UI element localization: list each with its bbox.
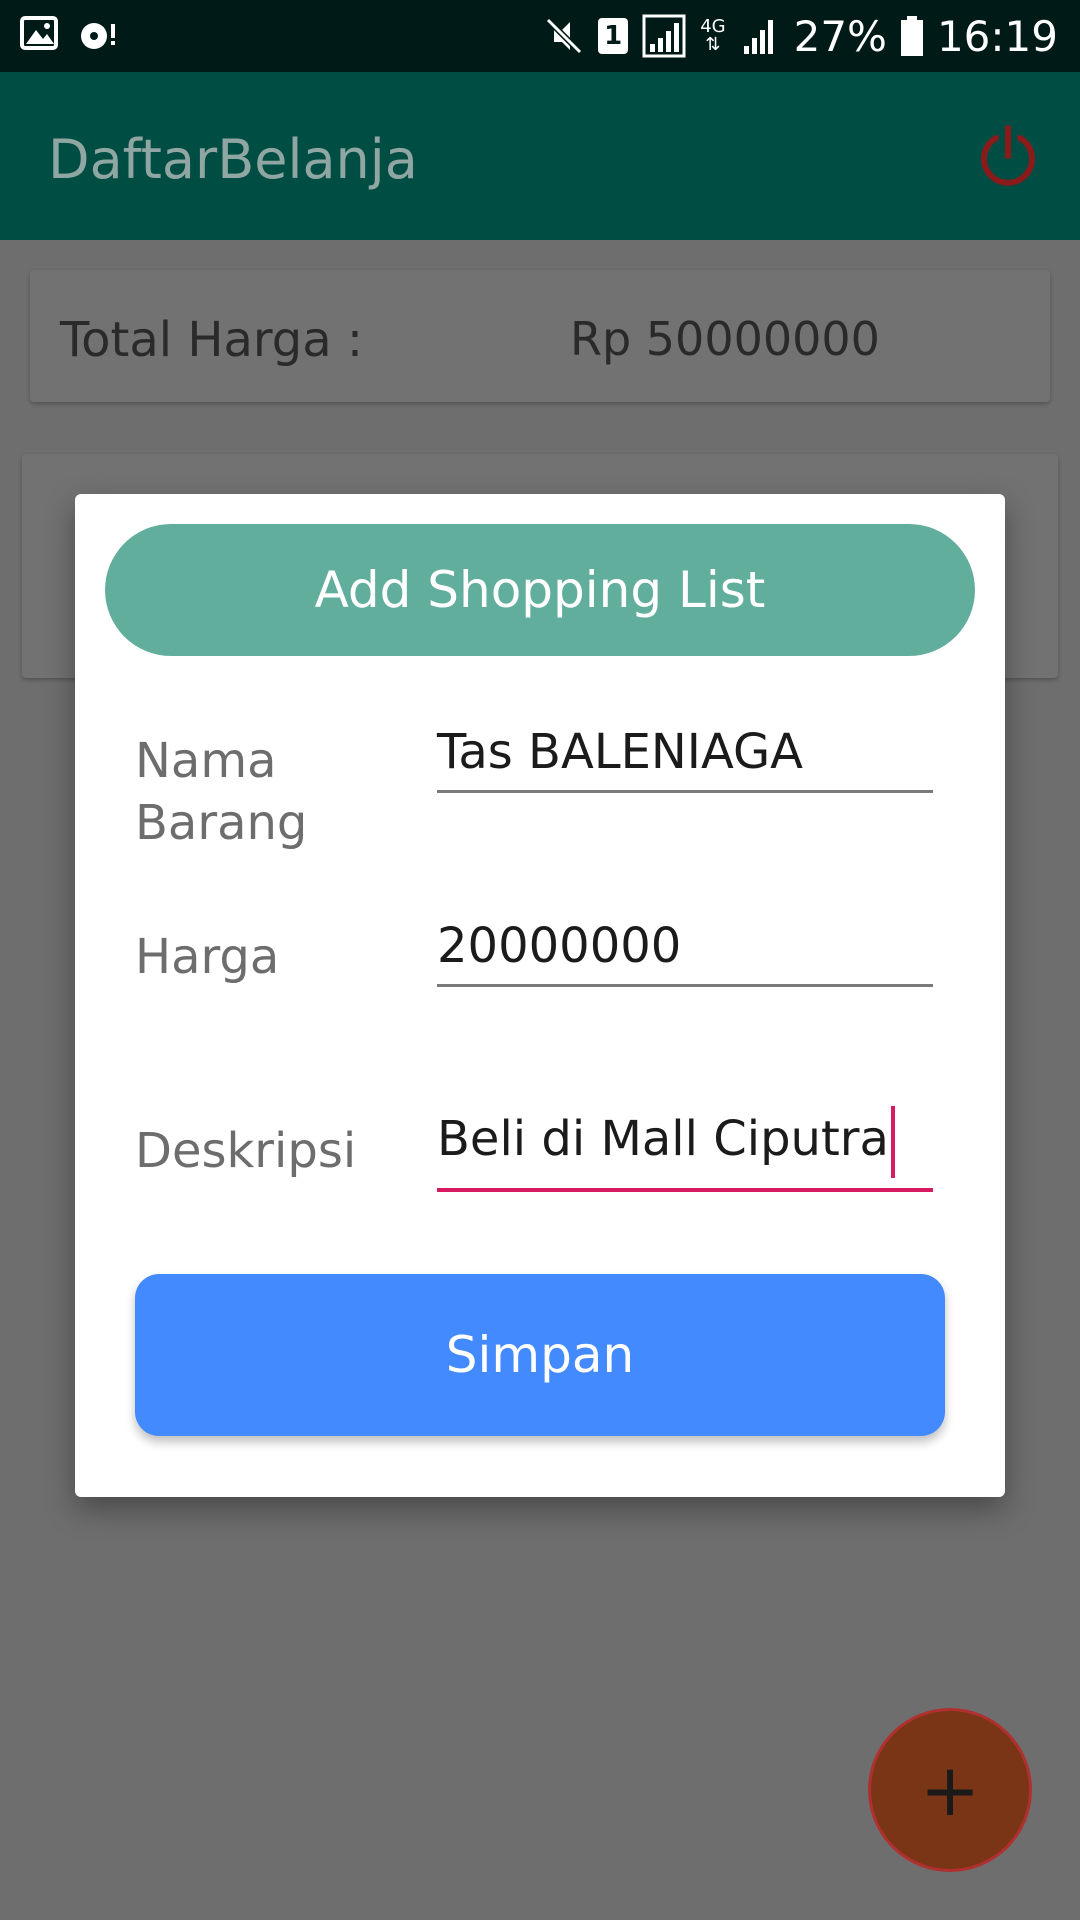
name-label-line1: Nama: [135, 733, 277, 789]
add-shopping-dialog: Add Shopping List Nama Barang Tas BALENI…: [75, 494, 1005, 1497]
power-icon[interactable]: [976, 124, 1040, 188]
battery-icon: [900, 16, 923, 56]
plus-icon: +: [919, 1748, 981, 1832]
status-notifications: [20, 14, 118, 54]
text-cursor: [890, 1106, 895, 1178]
app-title: DaftarBelanja: [48, 128, 418, 191]
save-button[interactable]: Simpan: [135, 1274, 945, 1436]
sim-slot-badge: 1: [598, 18, 629, 54]
name-label-line2: Barang: [135, 795, 308, 851]
status-bar: 1 4G ⇅ 27% 16:19: [0, 0, 1080, 72]
disc-alert-icon: [81, 23, 115, 49]
add-item-button[interactable]: +: [868, 1708, 1032, 1872]
description-field[interactable]: Beli di Mall Ciputra: [437, 1106, 933, 1192]
total-price-card: Total Harga : Rp 50000000: [30, 270, 1050, 402]
total-price-value: Rp 50000000: [570, 312, 880, 366]
description-value: Beli di Mall Ciputra: [437, 1111, 889, 1167]
clock: 16:19: [936, 11, 1058, 61]
mute-icon: [546, 17, 583, 55]
app-bar: DaftarBelanja: [0, 72, 1080, 240]
description-label: Deskripsi: [135, 1123, 357, 1179]
dialog-title: Add Shopping List: [105, 524, 975, 656]
network-type: 4G ⇅: [700, 16, 726, 55]
battery-percentage: 27%: [793, 11, 887, 61]
name-field[interactable]: Tas BALENIAGA: [437, 724, 933, 793]
total-price-label: Total Harga :: [60, 312, 364, 368]
price-field[interactable]: 20000000: [437, 918, 933, 987]
name-label: Nama Barang: [135, 730, 307, 854]
signal-icon: [642, 14, 686, 58]
signal-secondary-icon: [743, 20, 773, 54]
status-indicators: 1 4G ⇅ 27% 16:19: [544, 8, 1058, 64]
price-label: Harga: [135, 929, 280, 985]
gallery-icon: [20, 16, 58, 50]
